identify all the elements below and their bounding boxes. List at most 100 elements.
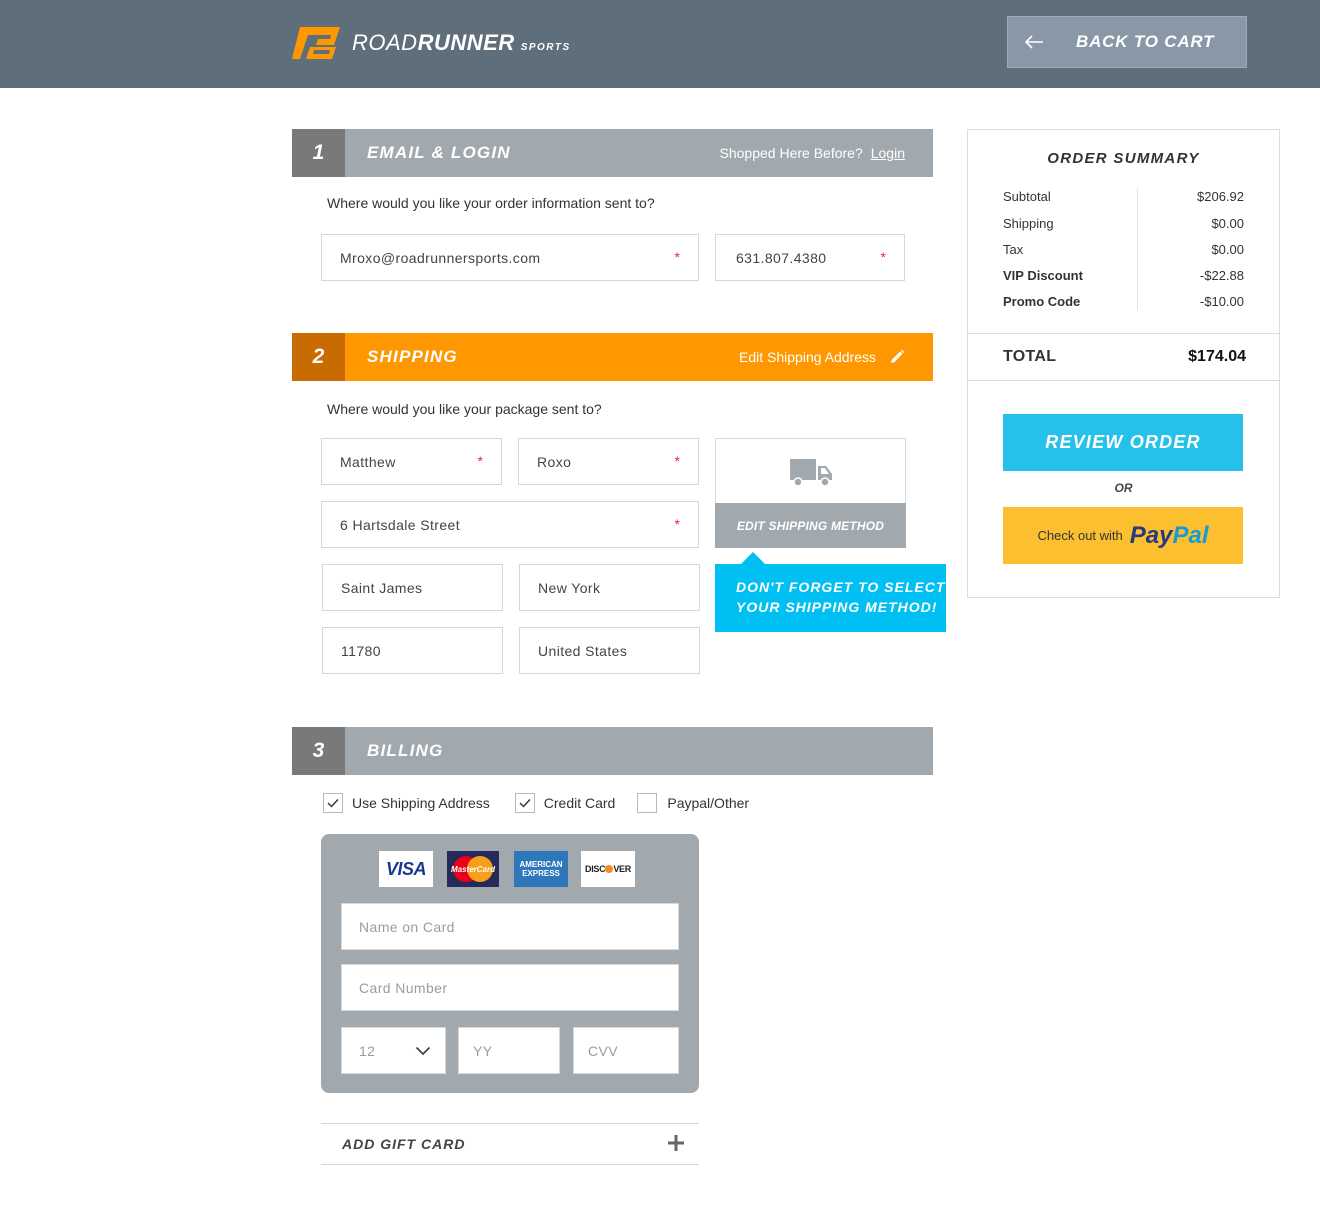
name-on-card-input[interactable]: Name on Card [341,903,679,950]
review-order-button[interactable]: REVIEW ORDER [1003,414,1243,471]
shipping-value: $0.00 [1211,216,1244,231]
name-on-card-placeholder: Name on Card [359,918,455,935]
step-number-2: 2 [292,333,345,381]
street-value: 6 Hartsdale Street [340,516,461,533]
email-value: Mroxo@roadrunnersports.com [340,249,541,266]
expiry-month-select[interactable]: 12 [341,1027,446,1074]
mastercard-logo: MasterCard [447,851,499,887]
checkbox-checked [323,793,343,813]
paypal-logo: PayPal [1130,522,1209,550]
city-value: Saint James [341,579,423,596]
shipping-header-actions: Edit Shipping Address [739,349,905,365]
credit-card-panel: VISA MasterCard AMERICAN EXPRESS DISC VER… [321,834,699,1093]
card-number-placeholder: Card Number [359,979,448,996]
country-field[interactable]: United States [519,627,700,674]
add-gift-card-toggle[interactable]: ADD GIFT CARD [321,1123,699,1165]
paypal-other-label: Paypal/Other [667,795,750,811]
cvv-input[interactable]: CVV [573,1027,679,1074]
email-login-header: 1 EMAIL & LOGIN Shopped Here Before? Log… [292,129,933,177]
required-marker: * [674,453,680,469]
expiry-year-input[interactable]: YY [458,1027,560,1074]
street-field[interactable]: 6 Hartsdale Street * [321,501,699,548]
visa-logo: VISA [379,851,433,887]
cvv-placeholder: CVV [588,1042,618,1059]
pencil-icon [891,349,905,363]
visa-logo-text: VISA [385,858,427,879]
amex-logo: AMERICAN EXPRESS [514,851,568,887]
billing-title: BILLING [367,741,444,760]
order-summary: ORDER SUMMARY Subtotal $206.92 Shipping … [967,129,1280,598]
discover-text-a: DISC [585,864,606,874]
mastercard-text: MasterCard [451,865,496,874]
checkbox-unchecked [637,793,658,813]
callout-line-1: DON'T FORGET TO SELECT [736,579,946,595]
first-name-value: Matthew [340,453,396,470]
callout-line-2: YOUR SHIPPING METHOD! [736,599,938,615]
order-summary-heading: ORDER SUMMARY [1047,150,1200,167]
plus-icon [668,1135,684,1151]
last-name-value: Roxo [537,453,572,470]
amex-line-2: EXPRESS [522,869,560,878]
step-number-1: 1 [292,129,345,177]
expiry-year-placeholder: YY [473,1042,493,1059]
tax-label: Tax [1003,242,1024,257]
city-field[interactable]: Saint James [322,564,503,611]
shopped-before-text: Shopped Here Before? [719,145,863,161]
amex-text: AMERICAN EXPRESS [519,860,562,878]
promo-code-value: -$10.00 [1199,294,1244,309]
checkbox-checked [514,793,535,813]
paypal-other-checkbox[interactable]: Paypal/Other [637,793,749,813]
add-gift-card-label: ADD GIFT CARD [342,1136,466,1152]
phone-value: 631.807.4380 [736,249,827,266]
logo-wordmark: ROAD RUNNER SPORTS [352,30,571,56]
logo-sports: SPORTS [520,42,571,53]
edit-shipping-address-link[interactable]: Edit Shipping Address [739,349,905,365]
roadrunner-logo[interactable]: ROAD RUNNER SPORTS [290,24,571,62]
credit-card-label: Credit Card [543,795,616,811]
state-field[interactable]: New York [519,564,700,611]
total-row: TOTAL $174.04 [967,333,1280,381]
phone-field[interactable]: 631.807.4380 * [715,234,905,281]
use-shipping-address-checkbox[interactable]: Use Shipping Address [323,793,490,813]
or-divider: OR [1114,481,1133,495]
required-marker: * [674,516,680,532]
promo-code-row: Promo Code -$10.00 [1003,294,1244,314]
total-label: TOTAL [1003,348,1057,365]
edit-shipping-method-button[interactable]: EDIT SHIPPING METHOD [715,503,906,548]
required-marker: * [477,453,483,469]
paypal-pay: Pay [1129,521,1173,549]
paypal-checkout-button[interactable]: Check out with PayPal [1003,507,1243,564]
last-name-field[interactable]: Roxo * [518,438,699,485]
discover-dot [605,865,614,873]
zip-field[interactable]: 11780 [322,627,503,674]
state-value: New York [538,579,601,596]
back-to-cart-button[interactable]: BACK TO CART [1007,16,1247,68]
vip-discount-value: -$22.88 [1199,268,1244,283]
paypal-prefix: Check out with [1037,528,1123,543]
email-question: Where would you like your order informat… [327,195,655,211]
shipping-method-reminder: DON'T FORGET TO SELECT YOUR SHIPPING MET… [715,552,946,632]
credit-card-checkbox[interactable]: Credit Card [514,793,616,813]
roadrunner-logo-icon [292,27,340,59]
arrow-left-icon [1024,35,1043,49]
first-name-field[interactable]: Matthew * [321,438,502,485]
country-value: United States [538,642,628,659]
billing-header: 3 BILLING [292,727,933,775]
expiry-month-value: 12 [359,1042,376,1059]
discover-text-b: VER [613,864,631,874]
subtotal-row: Subtotal $206.92 [1003,189,1244,209]
card-number-input[interactable]: Card Number [341,964,679,1011]
logo-road: ROAD [352,30,418,55]
zip-value: 11780 [341,642,381,659]
chevron-down-icon [415,1046,431,1056]
shipping-label: Shipping [1003,216,1054,231]
required-marker: * [880,249,886,265]
billing-options: Use Shipping Address Credit Card Paypal/… [323,793,749,813]
tax-row: Tax $0.00 [1003,242,1244,262]
email-field[interactable]: Mroxo@roadrunnersports.com * [321,234,699,281]
checkmark-icon [519,799,531,808]
login-link[interactable]: Login [871,145,905,161]
mastercard-circles: MasterCard [451,856,496,882]
checkmark-icon [327,799,339,808]
shopped-before: Shopped Here Before? Login [720,145,905,161]
